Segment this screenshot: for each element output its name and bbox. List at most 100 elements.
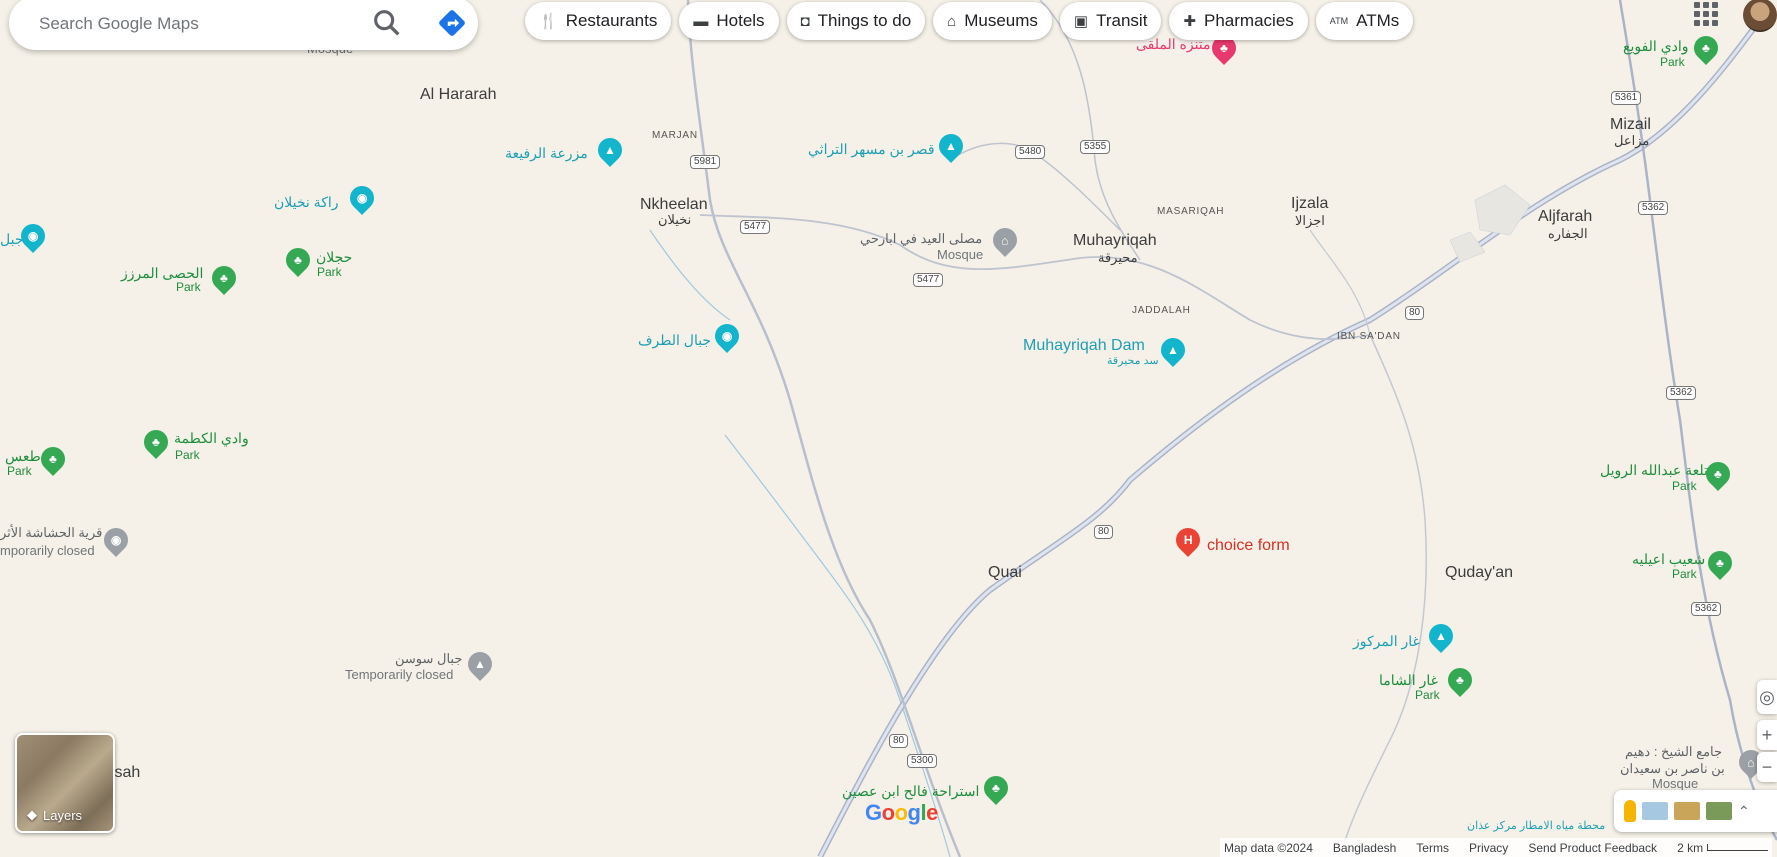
town-label-quai[interactable]: Quai	[988, 564, 1022, 582]
camera-icon: ◉	[27, 229, 39, 244]
chip-label: Hotels	[716, 11, 765, 30]
poi-label-dam[interactable]: Muhayriqah Dam	[1023, 337, 1145, 355]
poi-label-rakah[interactable]: راكة نخيلان	[274, 194, 339, 210]
poi-label-istiraha[interactable]: استراحة فالح ابن عصين	[842, 783, 979, 799]
layers-caption: ◆ Layers	[27, 807, 82, 823]
park-label-wadi-kadma[interactable]: وادي الكطمة	[174, 430, 249, 446]
chip-atms[interactable]: ATM ATMs	[1315, 2, 1414, 40]
museum-icon: ▲	[604, 143, 616, 158]
road-shield: 5480	[1015, 145, 1046, 159]
scale-label: 2 km	[1677, 840, 1704, 855]
area-label-marjan: MARJAN	[652, 130, 698, 141]
park-label-hajlan[interactable]: حجلان	[316, 249, 352, 265]
directions-icon[interactable]	[435, 6, 469, 40]
chip-label: Things to do	[817, 11, 912, 30]
feedback-link[interactable]: Send Product Feedback	[1528, 841, 1657, 855]
poi-label-qaryat[interactable]: قرية الحشاشة الأثر	[0, 525, 102, 541]
layers-icon: ◆	[27, 807, 37, 822]
park-label-wadi-fawa[interactable]: وادي الفويع	[1623, 38, 1689, 54]
terms-link[interactable]: Terms	[1416, 841, 1449, 855]
chip-transit[interactable]: ▣ Transit	[1059, 2, 1162, 40]
town-label-aljfarah-ar: الجفاره	[1548, 226, 1588, 241]
park-label-hasa[interactable]: الحصى المرزز	[121, 265, 203, 281]
chip-museums[interactable]: ⌂ Museums	[933, 2, 1052, 40]
chip-hotels[interactable]: ▬ Hotels	[679, 2, 779, 40]
pharmacy-icon: ✚	[1183, 13, 1197, 30]
poi-label-jebal-sawsan-status: Temporarily closed	[345, 667, 454, 682]
poi-label-musalla-type: Mosque	[937, 247, 984, 262]
tree-icon: ♣	[152, 435, 160, 449]
poi-label-miyah[interactable]: محطة مياه الامطار مركز عذان	[1467, 820, 1605, 833]
mosque-icon: ⌂	[1747, 755, 1755, 769]
poi-label-jami[interactable]: جامع الشيخ : دهيم	[1625, 744, 1722, 760]
town-label-mizail-ar: مزاعل	[1614, 133, 1650, 148]
poi-label-ghar-shama-park: Park	[1415, 688, 1440, 702]
town-label-ijzala[interactable]: Ijzala	[1291, 195, 1328, 213]
map-type-controls: ⌃	[1614, 790, 1777, 832]
road-shield: 5981	[690, 155, 721, 169]
town-label-al-hararah[interactable]: Al Hararah	[420, 86, 496, 104]
road-shield: 80	[1094, 525, 1114, 539]
search-input[interactable]	[37, 8, 341, 40]
mosque-icon: ⌂	[1001, 233, 1009, 247]
privacy-link[interactable]: Privacy	[1469, 841, 1508, 855]
zoom-in-button[interactable]: +	[1757, 720, 1777, 750]
tree-icon: ♣	[220, 271, 228, 285]
my-location-button[interactable]: ◎	[1757, 680, 1777, 714]
chip-label: Museums	[964, 11, 1038, 30]
map-data-credit: Map data ©2024	[1224, 840, 1313, 855]
park-label-tas-park: Park	[7, 464, 32, 478]
map-canvas[interactable]	[0, 0, 1777, 857]
museum-icon: ▲	[945, 139, 957, 154]
poi-label-musalla[interactable]: مصلى العيد في ابارحي	[860, 231, 982, 247]
map-type-thumb[interactable]	[1706, 802, 1732, 820]
search-icon[interactable]	[369, 6, 405, 40]
poi-label-ghar-markooz[interactable]: غار المركوز	[1353, 633, 1420, 649]
park-label-shaib[interactable]: شعيب اعيليه	[1632, 551, 1705, 567]
map-type-thumb[interactable]	[1674, 802, 1700, 820]
poi-label-choice-form[interactable]: choice form	[1207, 537, 1290, 555]
museum-icon: ▲	[1167, 343, 1179, 358]
poi-label-qasr[interactable]: قصر بن مسهر التراثي	[808, 141, 935, 157]
museum-icon: ▲	[474, 657, 486, 672]
town-label-nkheelan-ar: نخيلان	[658, 212, 692, 227]
country-link[interactable]: Bangladesh	[1333, 841, 1396, 855]
chip-label: ATMs	[1356, 11, 1400, 30]
poi-label-ghar-shama[interactable]: غار الشاما	[1379, 672, 1438, 688]
road-shield: 5355	[1080, 140, 1111, 154]
chip-label: Transit	[1096, 11, 1148, 30]
poi-label-jebal-taraf[interactable]: جبال الطرف	[638, 332, 711, 348]
park-label-hasa-park: Park	[176, 280, 201, 294]
chip-things-to-do[interactable]: ◘ Things to do	[786, 2, 926, 40]
chip-pharmacies[interactable]: ✚ Pharmacies	[1169, 2, 1308, 40]
chip-restaurants[interactable]: 🍴 Restaurants	[525, 2, 672, 40]
tree-icon: ♣	[992, 781, 1000, 795]
camera-icon: ◉	[110, 533, 122, 548]
poi-label-farm[interactable]: مزرعة الرفيعة	[505, 145, 588, 161]
apps-grid-icon[interactable]	[1694, 2, 1718, 26]
road-shield: 5362	[1638, 201, 1669, 215]
road-shield: 5362	[1691, 602, 1722, 616]
park-label-wadi-kadma-park: Park	[175, 448, 200, 462]
town-label-muhayriqah[interactable]: Muhayriqah	[1073, 232, 1157, 250]
scale-bar[interactable]: 2 km	[1677, 840, 1769, 855]
zoom-out-button[interactable]: −	[1757, 752, 1777, 782]
chip-label: Pharmacies	[1204, 11, 1294, 30]
layers-button[interactable]: ◆ Layers	[15, 733, 115, 833]
park-label-talat-park: Park	[1672, 479, 1697, 493]
park-label-wadi-fawa-park: Park	[1660, 55, 1685, 69]
search-box	[9, 0, 478, 50]
chevron-up-icon[interactable]: ⌃	[1738, 803, 1750, 820]
atm-icon: ATM	[1329, 16, 1349, 26]
map-type-thumb[interactable]	[1642, 802, 1668, 820]
town-label-qudayan[interactable]: Quday'an	[1445, 564, 1513, 582]
town-label-ijzala-ar: اجزالا	[1295, 213, 1325, 228]
pegman-icon[interactable]	[1624, 800, 1636, 822]
chip-label: Restaurants	[565, 11, 658, 30]
town-label-mizail[interactable]: Mizail	[1610, 116, 1651, 134]
poi-label-jebal-sawsan[interactable]: جبال سوسن	[395, 651, 462, 667]
camera-icon: ◘	[800, 12, 810, 30]
park-label-talat[interactable]: تلعة عبدالله الرويل	[1600, 462, 1708, 478]
park-label-tas[interactable]: طعس	[5, 448, 41, 464]
town-label-aljfarah[interactable]: Aljfarah	[1538, 208, 1592, 226]
